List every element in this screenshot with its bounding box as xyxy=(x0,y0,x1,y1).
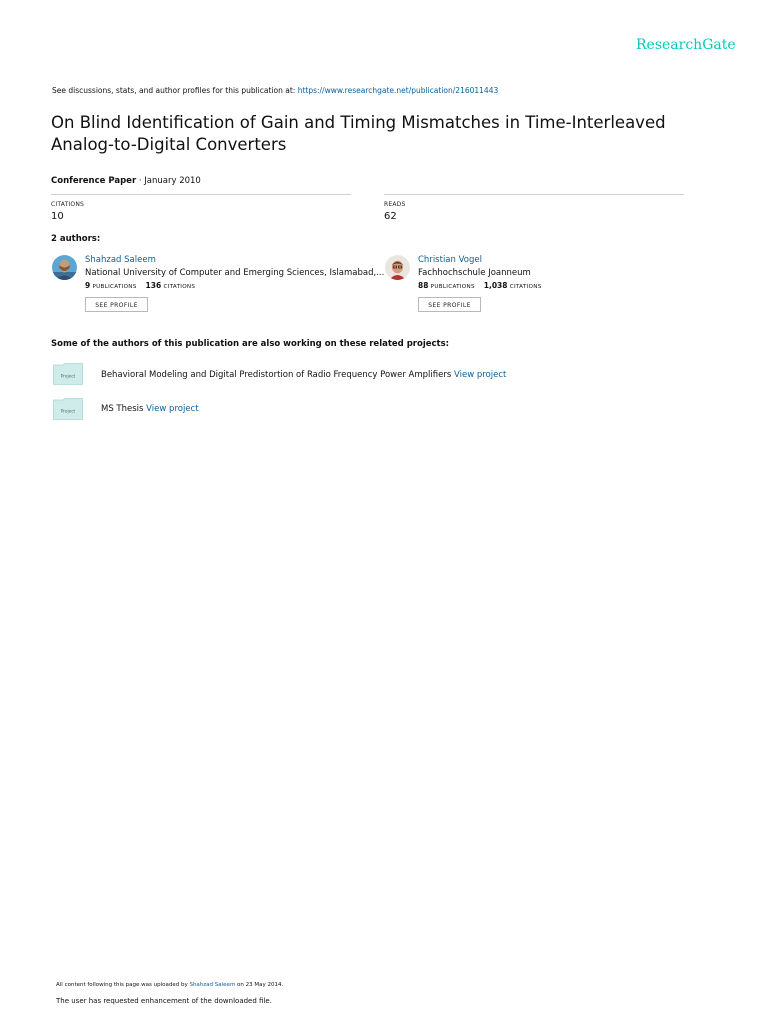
publication-title: On Blind Identification of Gain and Timi… xyxy=(51,112,731,156)
publications-count: 88 xyxy=(418,281,429,290)
avatar[interactable] xyxy=(385,255,410,280)
publication-date: January 2010 xyxy=(144,176,201,186)
reads-label: READS xyxy=(384,201,406,208)
publication-type: Conference Paper xyxy=(51,176,137,186)
reads-value: 62 xyxy=(384,211,397,222)
view-project-link[interactable]: View project xyxy=(146,404,198,414)
researchgate-logo[interactable]: ResearchGate xyxy=(636,37,736,53)
see-profile-button[interactable]: SEE PROFILE xyxy=(418,297,481,312)
publications-label: PUBLICATIONS xyxy=(430,284,475,290)
discussion-line: See discussions, stats, and author profi… xyxy=(52,86,498,95)
author-institution: National University of Computer and Emer… xyxy=(85,268,385,278)
discussion-prefix: See discussions, stats, and author profi… xyxy=(52,86,298,95)
author-name-link[interactable]: Christian Vogel xyxy=(418,255,482,265)
citations-count: 136 xyxy=(145,281,162,290)
project-entry: Behavioral Modeling and Digital Predisto… xyxy=(101,370,506,380)
project-icon-label: Project xyxy=(61,374,76,379)
author-photo-icon xyxy=(385,255,410,280)
upload-note: All content following this page was uplo… xyxy=(56,982,283,988)
reads-divider xyxy=(384,194,684,195)
avatar[interactable] xyxy=(52,255,77,280)
title-line-2: Analog-to-Digital Converters xyxy=(51,135,287,154)
upload-prefix: All content following this page was uplo… xyxy=(56,982,190,988)
publication-meta: Conference Paper · January 2010 xyxy=(51,176,201,186)
enhancement-note: The user has requested enhancement of th… xyxy=(56,997,272,1005)
see-profile-button[interactable]: SEE PROFILE xyxy=(85,297,148,312)
project-entry: MS Thesis View project xyxy=(101,404,199,414)
project-name: MS Thesis xyxy=(101,404,144,414)
authors-heading: 2 authors: xyxy=(51,234,101,244)
project-folder-icon: Project xyxy=(53,398,83,420)
citations-label: CITATIONS xyxy=(163,284,196,290)
citations-value: 10 xyxy=(51,211,64,222)
view-project-link[interactable]: View project xyxy=(454,370,506,380)
citations-divider xyxy=(51,194,351,195)
related-projects-heading: Some of the authors of this publication … xyxy=(51,339,450,349)
publication-url-link[interactable]: https://www.researchgate.net/publication… xyxy=(298,86,499,95)
citations-label: CITATIONS xyxy=(509,284,542,290)
author-stats: 88 PUBLICATIONS 1,038 CITATIONS xyxy=(418,281,542,290)
upload-suffix: on 23 May 2014. xyxy=(235,982,284,988)
publications-label: PUBLICATIONS xyxy=(92,284,137,290)
project-icon-label: Project xyxy=(61,409,76,414)
author-name-link[interactable]: Shahzad Saleem xyxy=(85,255,156,265)
project-folder-icon: Project xyxy=(53,363,83,385)
publications-count: 9 xyxy=(85,281,91,290)
project-name: Behavioral Modeling and Digital Predisto… xyxy=(101,370,452,380)
title-line-1: On Blind Identification of Gain and Timi… xyxy=(51,113,666,132)
uploader-link[interactable]: Shahzad Saleem xyxy=(189,982,235,988)
author-stats: 9 PUBLICATIONS 136 CITATIONS xyxy=(85,281,195,290)
author-institution: Fachhochschule Joanneum xyxy=(418,268,531,278)
citations-label: CITATIONS xyxy=(51,201,85,208)
author-photo-icon xyxy=(52,255,77,280)
citations-count: 1,038 xyxy=(483,281,508,290)
